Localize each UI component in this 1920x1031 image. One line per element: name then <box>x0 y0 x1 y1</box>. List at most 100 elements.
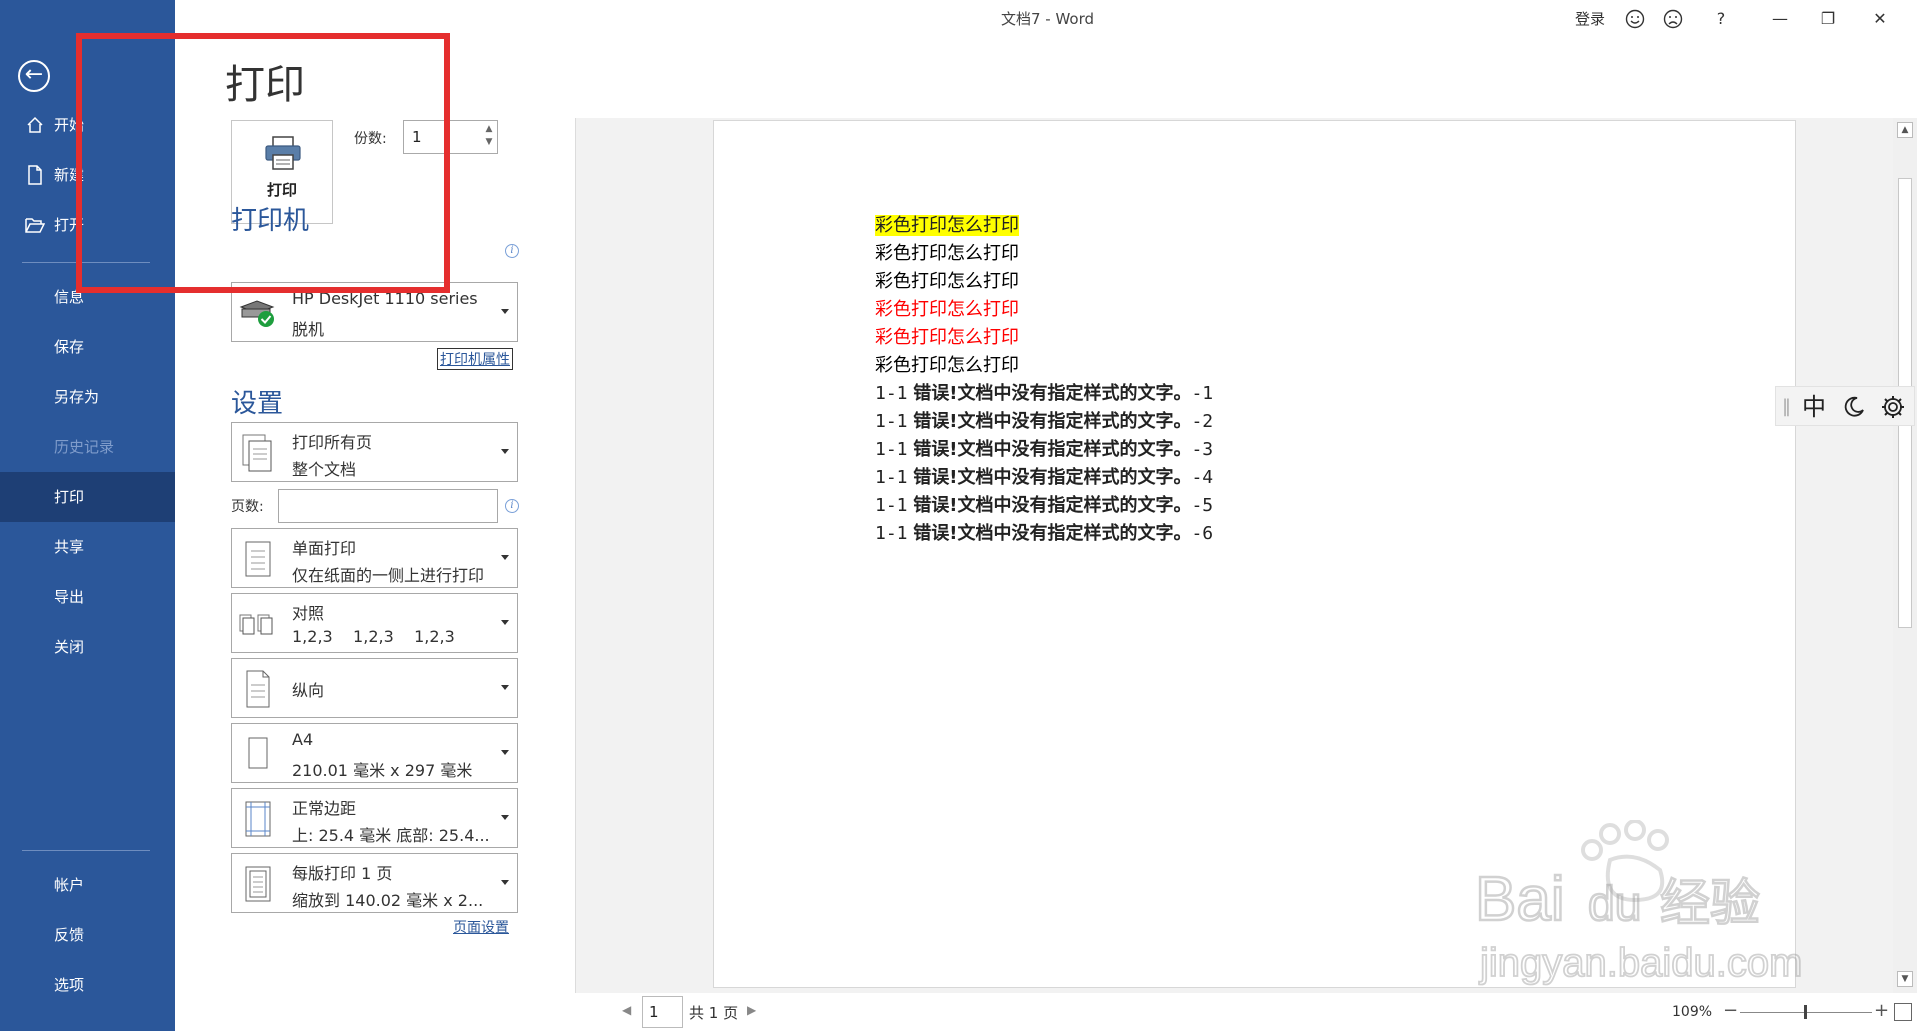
drag-handle-icon[interactable]: ‖ <box>1782 387 1791 427</box>
print-range-dropdown[interactable]: 打印所有页 整个文档 <box>231 422 518 482</box>
caption-error-line: 1-1 错误!文档中没有指定样式的文字。-5 <box>875 491 1213 517</box>
setting-line2: 整个文档 <box>292 460 357 479</box>
caption-suffix: -3 <box>1191 439 1214 460</box>
nav-item-options[interactable]: 选项 <box>0 960 175 1010</box>
scroll-up-icon[interactable]: ▲ <box>1897 122 1913 138</box>
nav-item-label: 选项 <box>54 976 85 994</box>
nav-item-print[interactable]: 打印 <box>0 472 175 522</box>
nav-item-account[interactable]: 帐户 <box>0 860 175 910</box>
nav-item-open[interactable]: 打开 <box>0 200 175 250</box>
close-button[interactable]: ✕ <box>1857 0 1903 38</box>
nav-item-label: 打开 <box>54 216 85 234</box>
doc-line: 彩色打印怎么打印 <box>875 243 1019 264</box>
minimize-button[interactable]: — <box>1757 0 1803 38</box>
zoom-to-page-icon[interactable] <box>1894 1003 1912 1021</box>
previous-page-icon[interactable]: ◀ <box>622 1003 631 1017</box>
spin-arrows-icon[interactable]: ▲ ▼ <box>483 123 495 151</box>
nav-item-label: 保存 <box>54 338 85 356</box>
setting-line2: 上: 25.4 毫米 底部: 25.4... <box>292 826 490 845</box>
caption-number: 1-1 <box>875 411 908 432</box>
caption-number: 1-1 <box>875 495 908 516</box>
sides-dropdown[interactable]: 单面打印 仅在纸面的一侧上进行打印 <box>231 528 518 588</box>
info-icon[interactable]: i <box>505 244 519 258</box>
orientation-dropdown[interactable]: 纵向 <box>231 658 518 718</box>
nav-item-label: 共享 <box>54 538 85 556</box>
next-page-icon[interactable]: ▶ <box>747 1003 756 1017</box>
printer-icon <box>265 136 301 170</box>
nav-item-new[interactable]: 新建 <box>0 150 175 200</box>
copies-stepper[interactable]: 1 ▲ ▼ <box>403 120 498 154</box>
back-arrow-icon[interactable]: ← <box>18 60 50 92</box>
caption-error-line: 1-1 错误!文档中没有指定样式的文字。-2 <box>875 407 1213 433</box>
scroll-down-icon[interactable]: ▼ <box>1897 971 1913 987</box>
caption-number: 1-1 <box>875 467 908 488</box>
error-text: 错误!文档中没有指定样式的文字。 <box>913 411 1192 432</box>
setting-line2: 仅在纸面的一侧上进行打印 <box>292 566 485 585</box>
caption-suffix: -1 <box>1191 383 1214 404</box>
error-text: 错误!文档中没有指定样式的文字。 <box>913 439 1192 460</box>
nav-item-save-as[interactable]: 另存为 <box>0 372 175 422</box>
setting-line1: 正常边距 <box>292 799 357 818</box>
setting-line2: 缩放到 140.02 毫米 x 2... <box>292 891 484 910</box>
caption-error-line: 1-1 错误!文档中没有指定样式的文字。-6 <box>875 519 1213 545</box>
caption-suffix: -2 <box>1191 411 1214 432</box>
printer-dropdown[interactable]: HP DeskJet 1110 series 脱机 <box>231 282 518 342</box>
page-number-input[interactable]: 1 <box>642 996 683 1028</box>
error-text: 错误!文档中没有指定样式的文字。 <box>913 467 1192 488</box>
copies-value: 1 <box>412 128 422 146</box>
setting-line1: 打印所有页 <box>292 433 373 452</box>
margins-icon <box>238 797 278 841</box>
preview-page: 彩色打印怎么打印 彩色打印怎么打印 彩色打印怎么打印 彩色打印怎么打印 彩色打印… <box>713 120 1796 988</box>
nav-item-label: 帐户 <box>54 876 85 894</box>
collate-dropdown[interactable]: 对照 1,2,3 1,2,3 1,2,3 <box>231 593 518 653</box>
caption-number: 1-1 <box>875 383 908 404</box>
smile-feedback-icon[interactable] <box>1617 0 1653 38</box>
doc-line: 彩色打印怎么打印 <box>875 355 1019 376</box>
chevron-down-icon <box>501 449 509 454</box>
doc-line: 彩色打印怎么打印 <box>875 271 1019 292</box>
backstage-nav: ← 开始 新建 打开 信息 保存 另存为 历史记录 打印 共享 导出 关闭 帐户… <box>0 0 175 1031</box>
margins-dropdown[interactable]: 正常边距 上: 25.4 毫米 底部: 25.4... <box>231 788 518 848</box>
caption-suffix: -6 <box>1191 523 1214 544</box>
paper-size-dropdown[interactable]: A4 210.01 毫米 x 297 毫米 <box>231 723 518 783</box>
nav-divider <box>22 850 150 851</box>
portrait-icon <box>238 667 278 711</box>
nav-item-home[interactable]: 开始 <box>0 100 175 150</box>
zoom-level: 109% <box>1672 1004 1713 1020</box>
restore-button[interactable]: ❐ <box>1805 0 1851 38</box>
page-setup-link[interactable]: 页面设置 <box>453 917 509 937</box>
pages-per-sheet-dropdown[interactable]: 每版打印 1 页 缩放到 140.02 毫米 x 2... <box>231 853 518 913</box>
printer-properties-link[interactable]: 打印机属性 <box>437 348 513 370</box>
print-settings-panel: 打印 打印 份数: 1 ▲ ▼ 打印机 i HP DeskJet 1110 ser… <box>175 38 575 1031</box>
frown-feedback-icon[interactable] <box>1655 0 1691 38</box>
total-pages: 共 1 页 <box>689 1004 739 1022</box>
nav-item-save[interactable]: 保存 <box>0 322 175 372</box>
settings-section-heading: 设置 <box>231 389 284 419</box>
help-button[interactable]: ? <box>1703 0 1739 38</box>
error-text: 错误!文档中没有指定样式的文字。 <box>913 495 1192 516</box>
nav-item-export[interactable]: 导出 <box>0 572 175 622</box>
nav-item-share[interactable]: 共享 <box>0 522 175 572</box>
vertical-scrollbar[interactable]: ▲ ▼ <box>1893 118 1917 993</box>
nav-item-label: 开始 <box>54 116 85 134</box>
ime-mode-toggle[interactable]: 中 <box>1802 387 1826 427</box>
print-button-label: 打印 <box>266 181 297 199</box>
page-title: 打印 <box>225 62 305 108</box>
moon-icon[interactable] <box>1842 387 1866 427</box>
sign-in-link[interactable]: 登录 <box>1565 0 1615 38</box>
nav-item-feedback[interactable]: 反馈 <box>0 910 175 960</box>
nav-item-label: 打印 <box>54 488 85 506</box>
info-icon[interactable]: i <box>505 499 519 513</box>
copies-label: 份数: <box>354 131 387 147</box>
pages-input[interactable] <box>278 489 498 523</box>
zoom-in-button[interactable]: + <box>1874 1000 1889 1021</box>
nav-item-info[interactable]: 信息 <box>0 272 175 322</box>
gear-icon[interactable] <box>1880 387 1906 427</box>
error-text: 错误!文档中没有指定样式的文字。 <box>913 383 1192 404</box>
nav-item-close[interactable]: 关闭 <box>0 622 175 672</box>
printer-name: HP DeskJet 1110 series <box>292 289 478 308</box>
zoom-slider-thumb[interactable] <box>1804 1005 1807 1019</box>
doc-line-red: 彩色打印怎么打印 <box>875 299 1019 320</box>
zoom-out-button[interactable]: − <box>1723 1000 1738 1021</box>
single-sided-icon <box>238 537 278 581</box>
